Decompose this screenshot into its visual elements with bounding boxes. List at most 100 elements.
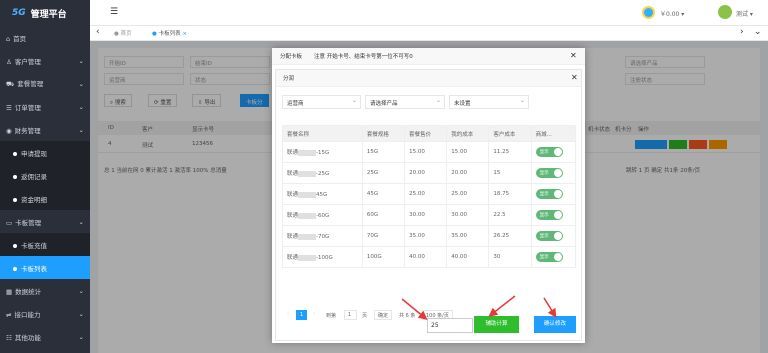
other-icon: ☷ xyxy=(6,333,12,342)
bullet-icon xyxy=(13,243,17,248)
column-header: 客户成本 xyxy=(488,125,532,142)
sidebar-item[interactable]: ⌂ 首页 xyxy=(0,26,90,49)
pager-current[interactable]: 1 xyxy=(296,310,308,320)
customer-cost[interactable]: 18.75 xyxy=(488,183,532,205)
setting-select[interactable]: 未设置 ⌄ xyxy=(449,95,529,109)
package-table: 套餐名称 套餐规格 套餐售价 我的成本 客户成本 商城... 联通 -15G 15G 15.00… xyxy=(282,125,577,268)
package-name: 联通 -70G xyxy=(282,225,363,247)
name-prefix: 联通 xyxy=(287,192,299,198)
menu-toggle-icon[interactable]: ☰ xyxy=(110,7,118,17)
bullet-icon xyxy=(13,197,17,202)
chevron-down-icon: ⌄ xyxy=(78,217,84,226)
assist-calc-button[interactable]: 辅助计算 xyxy=(474,316,519,333)
order-icon: ☰ xyxy=(6,103,12,112)
toggle-label: 显示 xyxy=(539,171,549,176)
panel-close-icon[interactable]: ✕ xyxy=(571,73,578,82)
amount-input[interactable]: 25 xyxy=(427,318,473,333)
sidebar-item[interactable]: ⛟ 套餐管理 ⌄ xyxy=(0,72,90,95)
pager-next-icon[interactable]: › xyxy=(310,310,318,320)
mall-display-cell: 显示 xyxy=(530,183,577,205)
display-toggle[interactable]: 显示 xyxy=(535,231,563,241)
sidebar-item[interactable]: ♙ 客户管理 ⌄ xyxy=(0,49,90,72)
user-menu[interactable]: 测试 ▾ xyxy=(736,9,753,18)
tab-prev-icon[interactable]: ‹ xyxy=(96,27,100,37)
setting-select-label: 未设置 xyxy=(454,101,471,107)
confirm-modify-button[interactable]: 确认修改 xyxy=(534,316,576,333)
profit-panel: 分润 ✕ 运营商 ⌄ 请选择产品 ⌄ 未设置 ⌄ 套餐名称 套餐规格 套餐售价 我的成本 客户… xyxy=(275,69,582,341)
sidebar-item[interactable]: 卡板列表 xyxy=(0,256,90,279)
column-header: 商城... xyxy=(530,125,577,142)
sidebar-item-label: 客户管理 xyxy=(14,57,41,66)
toggle-label: 显示 xyxy=(539,213,549,218)
mall-display-cell: 显示 xyxy=(530,162,577,184)
sidebar-item[interactable]: 卡板充值 xyxy=(0,233,90,256)
tab-home-label: 首页 xyxy=(120,31,132,37)
toggle-label: 显示 xyxy=(539,255,549,260)
tab-next-icon[interactable]: › xyxy=(740,27,744,37)
sidebar-item[interactable]: 资金明细 xyxy=(0,187,90,210)
sidebar-item[interactable]: ⇌ 接口能力 ⌄ xyxy=(0,302,90,325)
display-toggle[interactable]: 显示 xyxy=(535,189,563,199)
customer-cost[interactable]: 22.5 xyxy=(488,204,532,226)
profit-panel-title: 分润 xyxy=(283,76,295,82)
sidebar-item[interactable]: ◉ 财务管理 ⌄ xyxy=(0,118,90,141)
column-header: 套餐名称 xyxy=(282,125,363,142)
sidebar-item-label: 卡板充值 xyxy=(21,241,47,250)
sidebar-item[interactable]: ☷ 其他功能 ⌄ xyxy=(0,325,90,348)
assign-card-dialog: 分配卡板 注意 开始卡号、结束卡号第一位不可写0 ✕ 分润 ✕ 运营商 ⌄ 请选择… xyxy=(272,48,585,343)
sidebar-item[interactable]: ▦ 数据统计 ⌄ xyxy=(0,279,90,302)
package-price: 35.00 xyxy=(404,225,448,247)
pager-goto-input[interactable]: 1 xyxy=(344,310,357,320)
toggle-label: 显示 xyxy=(539,150,549,155)
package-price: 25.00 xyxy=(404,183,448,205)
column-header: 我的成本 xyxy=(446,125,490,142)
package-spec: 15G xyxy=(361,141,406,163)
operator-select[interactable]: 运营商 ⌄ xyxy=(282,95,361,109)
sidebar-item[interactable]: ▭ 卡板管理 ⌄ xyxy=(0,210,90,233)
sidebar-item-label: 其他功能 xyxy=(14,333,41,342)
customer-cost[interactable]: 15 xyxy=(488,162,532,184)
tab-card-list[interactable]: ● 卡板列表 × xyxy=(152,29,187,37)
chevron-down-icon: ⌄ xyxy=(519,97,525,104)
chevron-down-icon: ⌄ xyxy=(78,309,84,318)
customer-cost[interactable]: 30 xyxy=(488,246,532,268)
chevron-down-icon: ⌄ xyxy=(78,56,84,65)
pager-confirm-button[interactable]: 确定 xyxy=(374,310,393,320)
sidebar-item[interactable]: 申请提现 xyxy=(0,141,90,164)
mall-display-cell: 显示 xyxy=(530,141,577,163)
sidebar-item[interactable]: ☰ 订单管理 ⌄ xyxy=(0,95,90,118)
avatar[interactable] xyxy=(718,5,732,19)
customer-cost[interactable]: 11.25 xyxy=(488,141,532,163)
tab-home[interactable]: ● 首页 xyxy=(114,29,132,37)
package-spec: 70G xyxy=(361,225,406,247)
tab-menu-icon[interactable]: ⌄ xyxy=(754,27,762,37)
display-toggle[interactable]: 显示 xyxy=(535,147,563,157)
balance-display[interactable]: ￥0.00 ▾ xyxy=(660,9,684,18)
display-toggle[interactable]: 显示 xyxy=(535,210,563,220)
my-cost: 30.00 xyxy=(446,204,490,226)
customer-cost[interactable]: 26.25 xyxy=(488,225,532,247)
bullet-icon xyxy=(13,266,17,271)
coin-icon xyxy=(642,6,655,19)
display-toggle[interactable]: 显示 xyxy=(535,168,563,178)
package-spec: 100G xyxy=(361,246,406,268)
pager-goto-label: 到第 xyxy=(326,313,337,319)
user-name: 测试 xyxy=(736,11,749,18)
mall-display-cell: 显示 xyxy=(530,225,577,247)
name-prefix: 联通 xyxy=(287,213,299,219)
table-row: 联通 -70G 70G 35.00 35.00 26.25 显示 xyxy=(282,225,577,247)
sidebar-item[interactable]: 返佣记录 xyxy=(0,164,90,187)
display-toggle[interactable]: 显示 xyxy=(535,252,563,262)
redacted-block xyxy=(298,233,317,240)
sidebar-item-label: 申请提现 xyxy=(21,149,47,158)
package-name: 联通 -60G xyxy=(282,204,363,226)
chevron-down-icon: ⌄ xyxy=(78,286,84,295)
chevron-down-icon: ⌄ xyxy=(78,332,84,341)
sidebar-item-label: 返佣记录 xyxy=(21,172,47,181)
product-select[interactable]: 请选择产品 ⌄ xyxy=(365,95,445,109)
pager-prev-icon[interactable]: ‹ xyxy=(284,310,292,320)
operator-select-label: 运营商 xyxy=(287,101,304,107)
close-icon[interactable]: ✕ xyxy=(570,51,577,60)
sidebar-item-label: 财务管理 xyxy=(14,126,41,135)
tab-card-list-label: 卡板列表 xyxy=(158,31,181,37)
